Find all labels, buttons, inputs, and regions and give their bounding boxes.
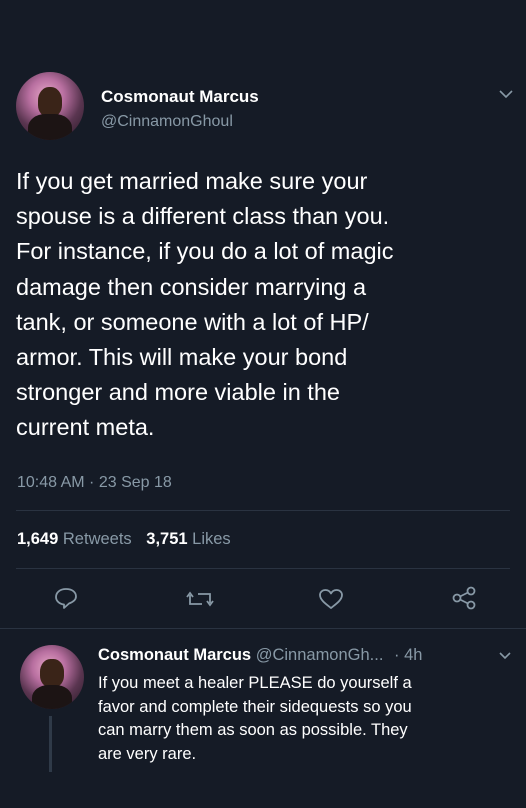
tweet-text-line: current meta. <box>16 414 155 441</box>
reply-header: Cosmonaut Marcus @CinnamonGh... · 4h <box>98 646 422 665</box>
reply-icon[interactable] <box>54 587 78 609</box>
avatar-shirt <box>31 684 73 709</box>
tweet-stats: 1,649 Retweets 3,751 Likes <box>17 530 231 549</box>
divider <box>0 628 526 629</box>
retweets-count: 1,649 <box>17 530 59 548</box>
author-name[interactable]: Cosmonaut Marcus <box>101 87 259 107</box>
reply-text-line: are very rare. <box>98 744 197 763</box>
reply-text: If you meet a healer PLEASE do yourself … <box>98 672 518 766</box>
heart-icon[interactable] <box>318 588 344 610</box>
chevron-down-icon[interactable] <box>498 88 514 100</box>
reply-time[interactable]: · 4h <box>394 646 422 664</box>
reply-avatar[interactable] <box>20 645 84 709</box>
chevron-down-icon[interactable] <box>498 651 512 661</box>
avatar-face <box>37 86 63 117</box>
likes-count: 3,751 <box>146 530 188 548</box>
reply-text-line: favor and complete their sidequests so y… <box>98 697 412 716</box>
avatar-face <box>40 659 64 688</box>
tweet-text-line: stronger and more viable in the <box>16 379 340 406</box>
tweet-text-line: tank, or someone with a lot of HP/ <box>16 308 369 335</box>
tweet-timestamp[interactable]: 10:48 AM · 23 Sep 18 <box>17 474 172 492</box>
tweet-text-line: armor. This will make your bond <box>16 344 348 371</box>
author-handle[interactable]: @CinnamonGhoul <box>101 113 233 131</box>
likes-label: Likes <box>192 530 231 548</box>
likes-stat[interactable]: 3,751 Likes <box>146 530 230 548</box>
retweets-stat[interactable]: 1,649 Retweets <box>17 530 136 548</box>
share-icon[interactable] <box>451 586 477 610</box>
thread-line <box>49 716 52 772</box>
divider <box>16 510 510 511</box>
avatar-shirt <box>28 114 72 140</box>
reply-text-line: can marry them as soon as possible. They <box>98 721 408 740</box>
tweet-text: If you get married make sure your spouse… <box>16 164 516 446</box>
tweet-text-line: If you get married make sure your <box>16 168 368 194</box>
tweet-text-line: spouse is a different class than you. <box>16 203 390 230</box>
divider <box>16 568 510 569</box>
tweet-text-line: damage then consider marrying a <box>16 273 367 300</box>
reply-text-line: If you meet a healer PLEASE do yourself … <box>98 674 412 692</box>
retweet-icon[interactable] <box>186 589 214 609</box>
reply-author-handle[interactable]: @CinnamonGh... <box>256 646 384 664</box>
reply-author-name[interactable]: Cosmonaut Marcus <box>98 646 251 664</box>
retweets-label: Retweets <box>62 530 132 548</box>
avatar[interactable] <box>16 72 84 140</box>
tweet-text-line: For instance, if you do a lot of magic <box>16 238 394 265</box>
